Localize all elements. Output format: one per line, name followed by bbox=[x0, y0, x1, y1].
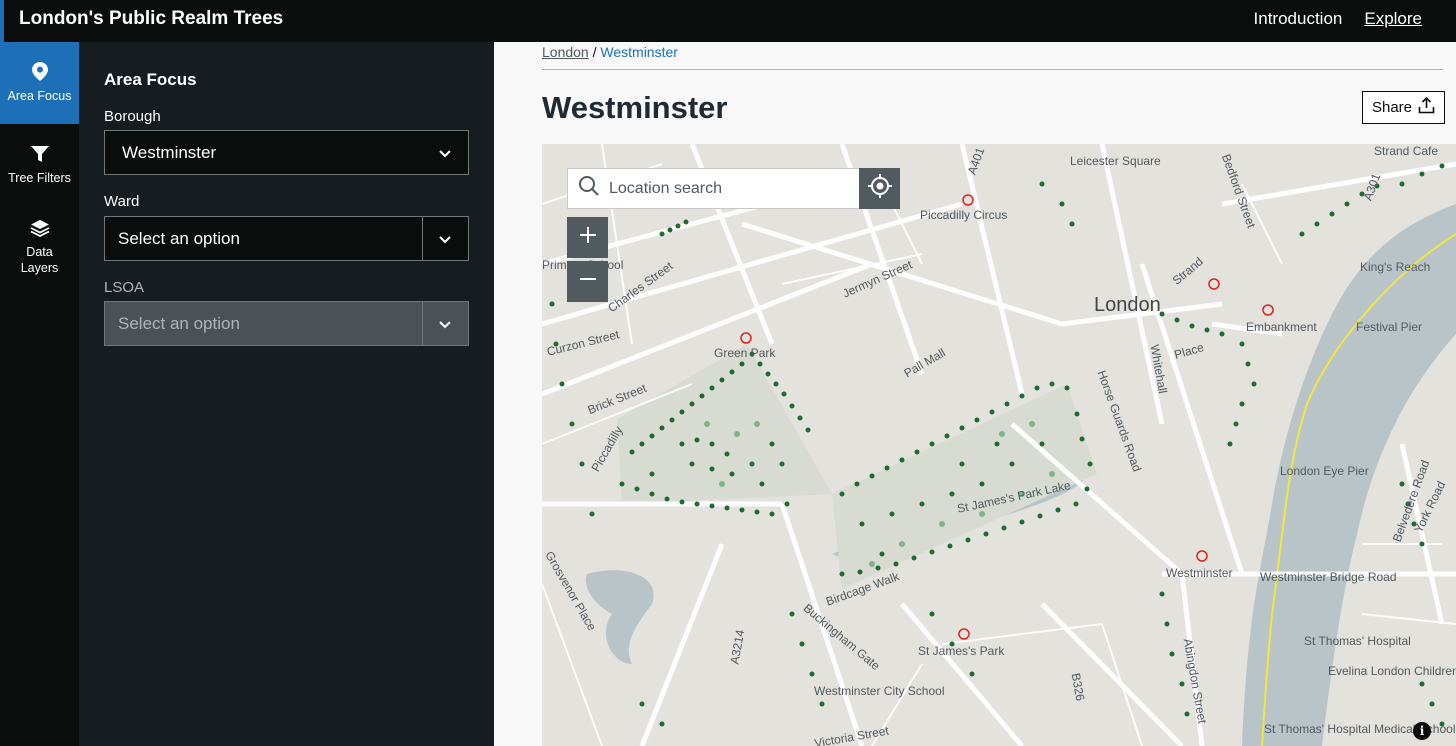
zoom-in-button[interactable] bbox=[567, 217, 608, 258]
zoom-out-button[interactable] bbox=[567, 261, 608, 302]
select-divider bbox=[422, 217, 423, 260]
map-label: King's Reach bbox=[1360, 260, 1431, 274]
tree-map[interactable]: Leicester Square Piccadilly Circus Jermy… bbox=[542, 144, 1456, 746]
panel-heading: Area Focus bbox=[104, 70, 197, 89]
map-label: Westminster bbox=[1166, 566, 1233, 580]
share-button[interactable]: Share bbox=[1362, 91, 1445, 124]
ward-value: Select an option bbox=[118, 229, 240, 248]
sidebar-item-label: Area Focus bbox=[7, 89, 72, 103]
lsoa-value: Select an option bbox=[118, 314, 240, 333]
sidebar-nav: Area Focus Tree Filters Data Layers bbox=[0, 42, 79, 746]
map-label: Strand Cafe bbox=[1374, 144, 1439, 158]
map-label: St Thomas' Hospital bbox=[1304, 634, 1411, 648]
breadcrumb-westminster[interactable]: Westminster bbox=[600, 44, 678, 60]
top-bar: London's Public Realm Trees Introduction… bbox=[0, 0, 1456, 42]
select-divider bbox=[422, 302, 423, 345]
map-label: Embankment bbox=[1246, 320, 1317, 334]
breadcrumb-divider bbox=[542, 69, 1443, 70]
share-icon bbox=[1418, 96, 1435, 118]
locate-button[interactable] bbox=[859, 168, 900, 209]
layers-icon bbox=[30, 219, 50, 241]
page-title: Westminster bbox=[542, 90, 728, 125]
nav-introduction[interactable]: Introduction bbox=[1254, 9, 1343, 29]
map-label: London Eye Pier bbox=[1280, 464, 1369, 478]
breadcrumb: London / Westminster bbox=[542, 44, 678, 60]
main-content: London / Westminster Westminster Share L… bbox=[494, 42, 1456, 746]
map-label: London bbox=[1094, 294, 1161, 316]
ward-select[interactable]: Select an option bbox=[104, 216, 469, 261]
map-label: Evelina London Childrens bbox=[1328, 664, 1456, 678]
accent-stripe bbox=[0, 0, 4, 42]
search-icon bbox=[578, 175, 600, 202]
map-label: Festival Pier bbox=[1356, 320, 1423, 334]
ward-label: Ward bbox=[104, 193, 140, 210]
chevron-down-icon bbox=[438, 145, 452, 165]
map-label: Piccadilly Circus bbox=[920, 208, 1008, 222]
chevron-down-icon bbox=[438, 316, 452, 336]
top-nav: Introduction Explore bbox=[1254, 9, 1422, 29]
lsoa-select[interactable]: Select an option bbox=[104, 301, 469, 346]
lsoa-label: LSOA bbox=[104, 279, 145, 296]
share-label: Share bbox=[1371, 99, 1413, 116]
crosshair-icon bbox=[867, 173, 893, 204]
info-icon[interactable]: i bbox=[1413, 722, 1431, 740]
sidebar-item-label: Data Layers bbox=[20, 244, 59, 275]
minus-icon bbox=[578, 269, 598, 294]
area-focus-panel: Area Focus Borough Westminster Ward Sele… bbox=[79, 42, 494, 746]
chevron-down-icon bbox=[438, 231, 452, 251]
map-label: Green Park bbox=[714, 346, 776, 360]
nav-explore[interactable]: Explore bbox=[1364, 9, 1422, 29]
breadcrumb-separator: / bbox=[592, 44, 597, 60]
map-pin-icon bbox=[31, 62, 48, 85]
borough-label: Borough bbox=[104, 108, 161, 125]
map-label: St James's Park bbox=[918, 644, 1005, 658]
sidebar-item-tree-filters[interactable]: Tree Filters bbox=[0, 124, 79, 206]
borough-select[interactable]: Westminster bbox=[104, 130, 469, 175]
sidebar-item-area-focus[interactable]: Area Focus bbox=[0, 42, 79, 124]
breadcrumb-london[interactable]: London bbox=[542, 44, 589, 60]
pond bbox=[585, 570, 654, 664]
sidebar-item-label: Tree Filters bbox=[8, 170, 71, 185]
map-label: Westminster Bridge Road bbox=[1260, 570, 1397, 584]
sidebar-item-data-layers[interactable]: Data Layers bbox=[0, 206, 79, 288]
location-search bbox=[567, 168, 860, 209]
search-input[interactable] bbox=[609, 179, 849, 198]
map-label: Westminster City School bbox=[814, 684, 945, 698]
map-label: Leicester Square bbox=[1070, 154, 1161, 168]
plus-icon bbox=[578, 225, 598, 250]
app-title[interactable]: London's Public Realm Trees bbox=[19, 8, 283, 30]
borough-value: Westminster bbox=[122, 143, 217, 162]
filter-icon bbox=[30, 145, 49, 167]
